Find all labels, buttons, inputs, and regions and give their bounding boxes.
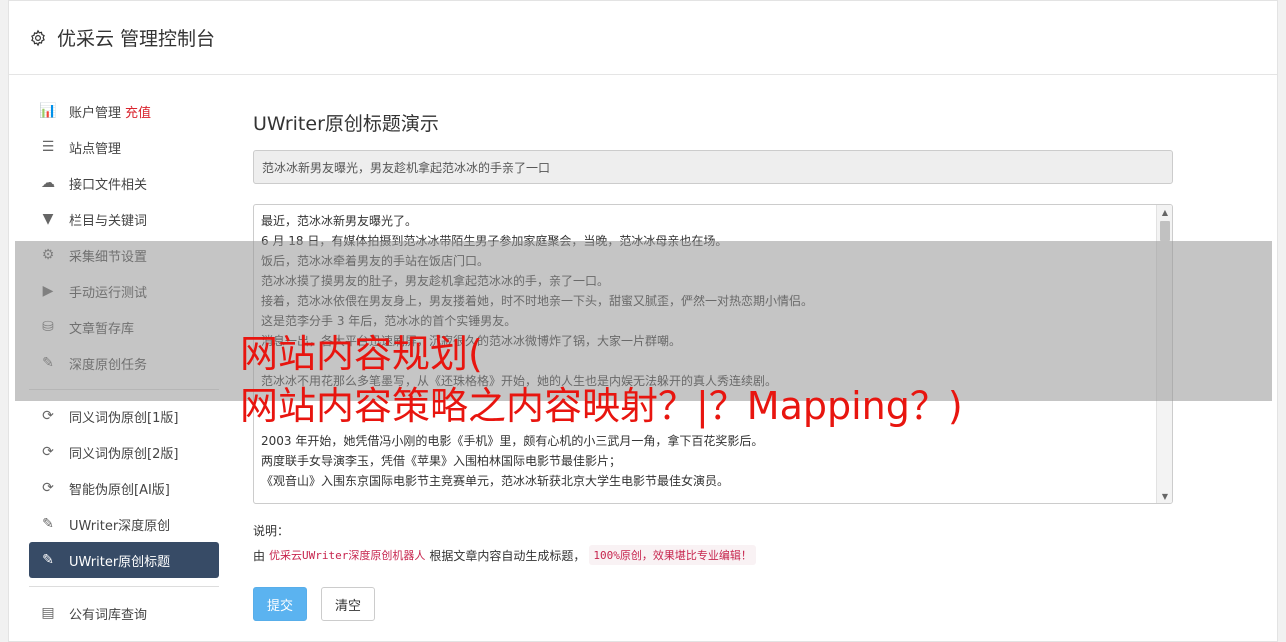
server-icon: ☰ — [41, 139, 55, 155]
note-middle: 根据文章内容自动生成标题， — [429, 548, 586, 563]
refresh-icon: ⟳ — [42, 480, 54, 496]
sidebar-item-group2-3[interactable]: ✎ UWriter深度原创 — [29, 506, 219, 542]
sidebar-item-group2-2[interactable]: ⟳ 智能伪原创[AI版] — [29, 470, 219, 506]
scrollbar-thumb[interactable] — [1160, 221, 1170, 241]
book-icon: ▤ — [41, 605, 55, 621]
edit-icon: ✎ — [42, 516, 54, 532]
clear-button[interactable]: 清空 — [321, 587, 375, 621]
scroll-down-arrow-icon[interactable]: ▼ — [1157, 489, 1172, 503]
scroll-up-arrow-icon[interactable]: ▲ — [1157, 205, 1172, 219]
note-highlight-badge: 100%原创，效果堪比专业编辑！ — [589, 545, 756, 565]
cloud-upload-icon: ☁ — [41, 175, 55, 191]
sidebar-item-label: 栏目与关键词 — [69, 213, 148, 229]
header: 优采云 管理控制台 — [9, 1, 1277, 75]
content-line: 两度联手女导演李玉，凭借《苹果》入围柏林国际电影节最佳影片； — [261, 454, 622, 468]
bar-chart-icon: 📊 — [39, 103, 57, 119]
app-title: 优采云 管理控制台 — [57, 28, 216, 50]
note-prefix: 由 — [253, 548, 266, 563]
sidebar-divider — [29, 586, 219, 587]
sidebar-item-label: UWriter原创标题 — [69, 554, 171, 570]
sidebar-item-group2-4[interactable]: ✎ UWriter原创标题 — [29, 542, 219, 578]
sidebar-item-group1-3[interactable]: ▼ 栏目与关键词 — [29, 201, 219, 237]
action-buttons: 提交 清空 — [253, 587, 1173, 621]
sidebar-item-group3-0[interactable]: ▤ 公有词库查询 — [29, 595, 219, 631]
sidebar-item-label: 同义词伪原创[2版] — [69, 446, 179, 462]
note-label: 说明： — [253, 524, 290, 538]
watermark-overlay-text: 网站内容规划( 网站内容策略之内容映射？|？Mapping？) — [240, 328, 963, 432]
refresh-icon: ⟳ — [42, 408, 54, 424]
watermark-line-1: 网站内容规划( — [240, 332, 483, 376]
note-robot-name: 优采云UWriter深度原创机器人 — [269, 549, 426, 562]
gear-icon — [31, 29, 45, 46]
sidebar-item-group1-2[interactable]: ☁ 接口文件相关 — [29, 165, 219, 201]
content-line: 《观音山》入围东京国际电影节主竞赛单元，范冰冰斩获北京大学生电影节最佳女演员。 — [261, 474, 730, 488]
title-output-field[interactable]: 范冰冰新男友曝光，男友趁机拿起范冰冰的手亲了一口 — [253, 150, 1173, 184]
filter-icon: ▼ — [42, 211, 54, 227]
sidebar-item-label: 公有词库查询 — [69, 607, 148, 623]
note-line: 由 优采云UWriter深度原创机器人 根据文章内容自动生成标题， 100%原创… — [253, 545, 1173, 565]
sidebar-item-group1-1[interactable]: ☰ 站点管理 — [29, 129, 219, 165]
sidebar-item-label: 智能伪原创[AI版] — [69, 482, 170, 498]
sidebar-item-group1-0[interactable]: 📊 账户管理 充值 — [29, 93, 219, 129]
refresh-icon: ⟳ — [42, 444, 54, 460]
sidebar-item-group2-0[interactable]: ⟳ 同义词伪原创[1版] — [29, 398, 219, 434]
recharge-link[interactable]: 充值 — [125, 102, 151, 121]
page-title: UWriter原创标题演示 — [253, 113, 439, 135]
edit-icon: ✎ — [42, 552, 54, 568]
sidebar-item-group2-1[interactable]: ⟳ 同义词伪原创[2版] — [29, 434, 219, 470]
sidebar-item-label: 同义词伪原创[1版] — [69, 410, 179, 426]
content-line: 2003 年开始，她凭借冯小刚的电影《手机》里，颇有心机的小三武月一角，拿下百花… — [261, 434, 764, 448]
sidebar-item-label: 账户管理 — [69, 105, 122, 121]
watermark-line-2: 网站内容策略之内容映射？|？Mapping？) — [240, 384, 963, 428]
sidebar-item-label: 站点管理 — [69, 141, 122, 157]
content-line: 最近，范冰冰新男友曝光了。 — [261, 214, 418, 228]
sidebar-item-label: UWriter深度原创 — [69, 518, 171, 534]
submit-button[interactable]: 提交 — [253, 587, 307, 621]
sidebar-item-label: 接口文件相关 — [69, 177, 148, 193]
